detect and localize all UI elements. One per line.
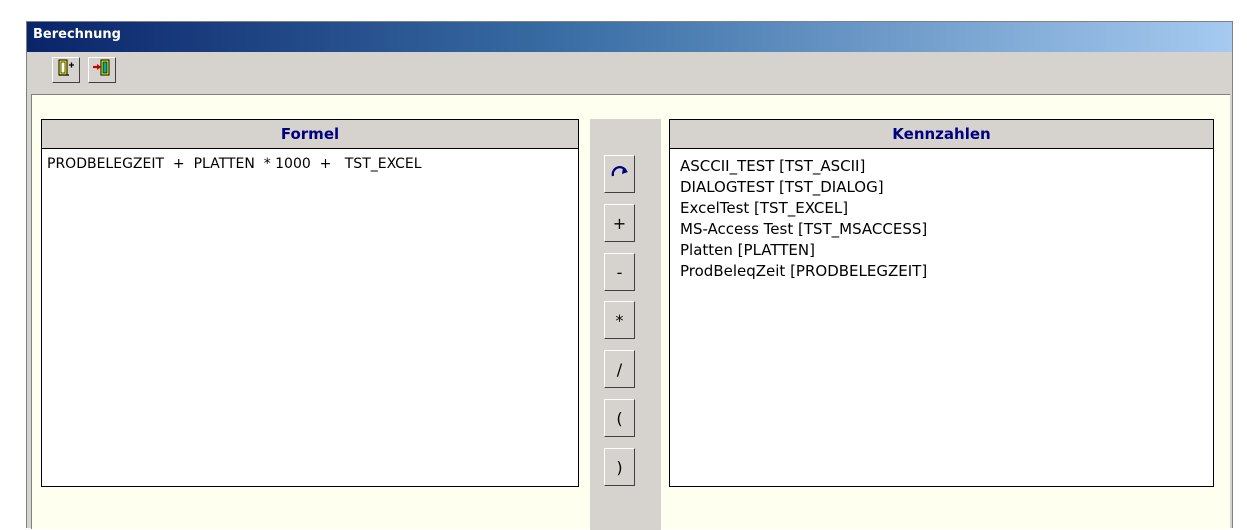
apply-button[interactable] [604, 155, 635, 193]
list-item[interactable]: DIALOGTEST [TST_DIALOG] [680, 177, 927, 198]
list-item[interactable]: ASCCII_TEST [TST_ASCII] [680, 156, 927, 177]
door-enter-icon [56, 59, 76, 81]
open-paren-button[interactable]: ( [604, 399, 635, 437]
close-paren-button[interactable]: ) [604, 448, 635, 486]
content-area: Formel PRODBELEGZEIT + PLATTEN * 1000 + … [31, 94, 1230, 530]
formel-panel: Formel PRODBELEGZEIT + PLATTEN * 1000 + … [41, 119, 579, 487]
enter-button[interactable] [52, 57, 80, 83]
list-item[interactable]: ExcelTest [TST_EXCEL] [680, 198, 927, 219]
formel-header: Formel [42, 120, 578, 149]
kennzahlen-panel: Kennzahlen ASCCII_TEST [TST_ASCII] DIALO… [669, 119, 1214, 487]
divide-button[interactable]: / [604, 350, 635, 388]
list-item[interactable]: ProdBeleqZeit [PRODBELEGZEIT] [680, 261, 927, 282]
title-bar: Berechnung [27, 22, 1232, 52]
kennzahlen-header: Kennzahlen [670, 120, 1213, 149]
redo-arrow-icon [609, 164, 631, 184]
kennzahlen-list: ASCCII_TEST [TST_ASCII] DIALOGTEST [TST_… [680, 156, 927, 282]
formula-field[interactable]: PRODBELEGZEIT + PLATTEN * 1000 + TST_EXC… [47, 156, 422, 172]
list-item[interactable]: Platten [PLATTEN] [680, 240, 927, 261]
window-title: Berechnung [33, 27, 121, 42]
multiply-button[interactable]: * [604, 301, 635, 339]
exit-button[interactable] [88, 57, 116, 83]
operator-column: + - * / ( ) [590, 119, 661, 530]
plus-button[interactable]: + [604, 204, 635, 242]
door-exit-icon [92, 59, 112, 81]
list-item[interactable]: MS-Access Test [TST_MSACCESS] [680, 219, 927, 240]
berechnung-window: Berechnung Formel PRODBELEGZEIT + PLATTE… [26, 21, 1233, 530]
minus-button[interactable]: - [604, 253, 635, 291]
toolbar [27, 52, 1232, 92]
